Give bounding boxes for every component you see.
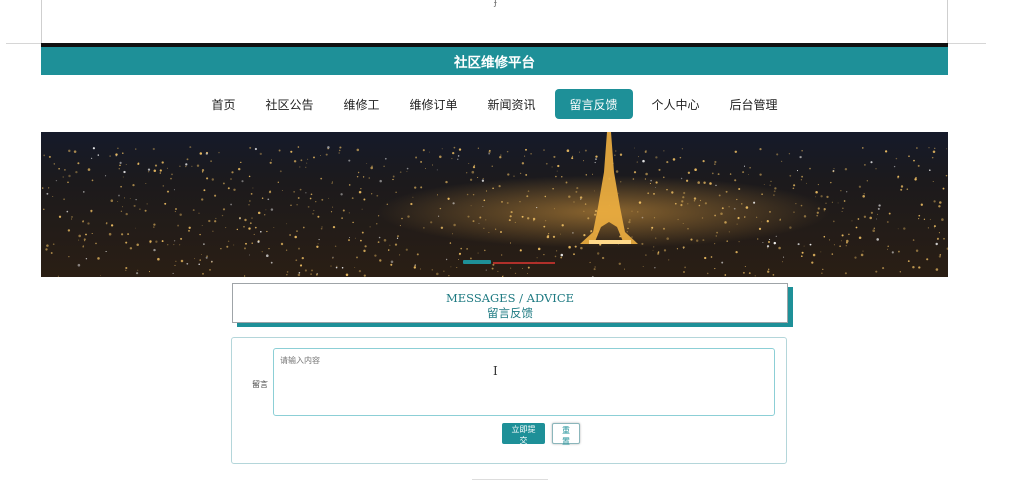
- nav-item-label: 维修订单: [409, 97, 458, 112]
- nav-item-label: 社区公告: [265, 97, 314, 112]
- nav-item-label: 留言反馈: [569, 97, 618, 112]
- nav-item-news[interactable]: 新闻资讯: [473, 89, 551, 119]
- nav-item-announcements[interactable]: 社区公告: [250, 89, 328, 119]
- nav-item-admin[interactable]: 后台管理: [715, 89, 793, 119]
- nav-item-label: 首页: [211, 97, 236, 112]
- page-title: MESSAGES / ADVICE 留言反馈: [232, 283, 788, 323]
- message-textarea[interactable]: [273, 348, 775, 416]
- submit-button[interactable]: 立即提交: [502, 423, 545, 445]
- text-cursor-icon: I: [493, 364, 498, 378]
- nav-item-label: 后台管理: [729, 97, 778, 112]
- nav-item-feedback[interactable]: 留言反馈: [554, 89, 633, 119]
- page-title-cn: 留言反馈: [487, 306, 533, 320]
- frame-mark: ɟ: [494, 0, 497, 8]
- footer-divider: [472, 479, 548, 480]
- nav-item-profile[interactable]: 个人中心: [637, 89, 715, 119]
- hero-banner: [41, 132, 948, 277]
- nav-item-repair-orders[interactable]: 维修订单: [394, 89, 472, 119]
- site-header: 社区维修平台: [41, 47, 948, 75]
- page-title-en: MESSAGES / ADVICE: [445, 291, 575, 305]
- nav-item-repairmen[interactable]: 维修工: [328, 89, 394, 119]
- nav-item-label: 维修工: [343, 97, 380, 112]
- message-label: 留言: [252, 380, 268, 389]
- feedback-form: 留言 立即提交 重置: [231, 337, 787, 464]
- nav-item-home[interactable]: 首页: [196, 89, 250, 119]
- site-title: 社区维修平台: [454, 55, 535, 71]
- nav-item-label: 新闻资讯: [487, 97, 536, 112]
- reset-button[interactable]: 重置: [552, 423, 580, 446]
- nav-item-label: 个人中心: [651, 97, 700, 112]
- main-nav: 首页 社区公告 维修工 维修订单 新闻资讯 留言反馈 个人中心 后台管理: [41, 88, 948, 120]
- city-night-image: [41, 132, 948, 277]
